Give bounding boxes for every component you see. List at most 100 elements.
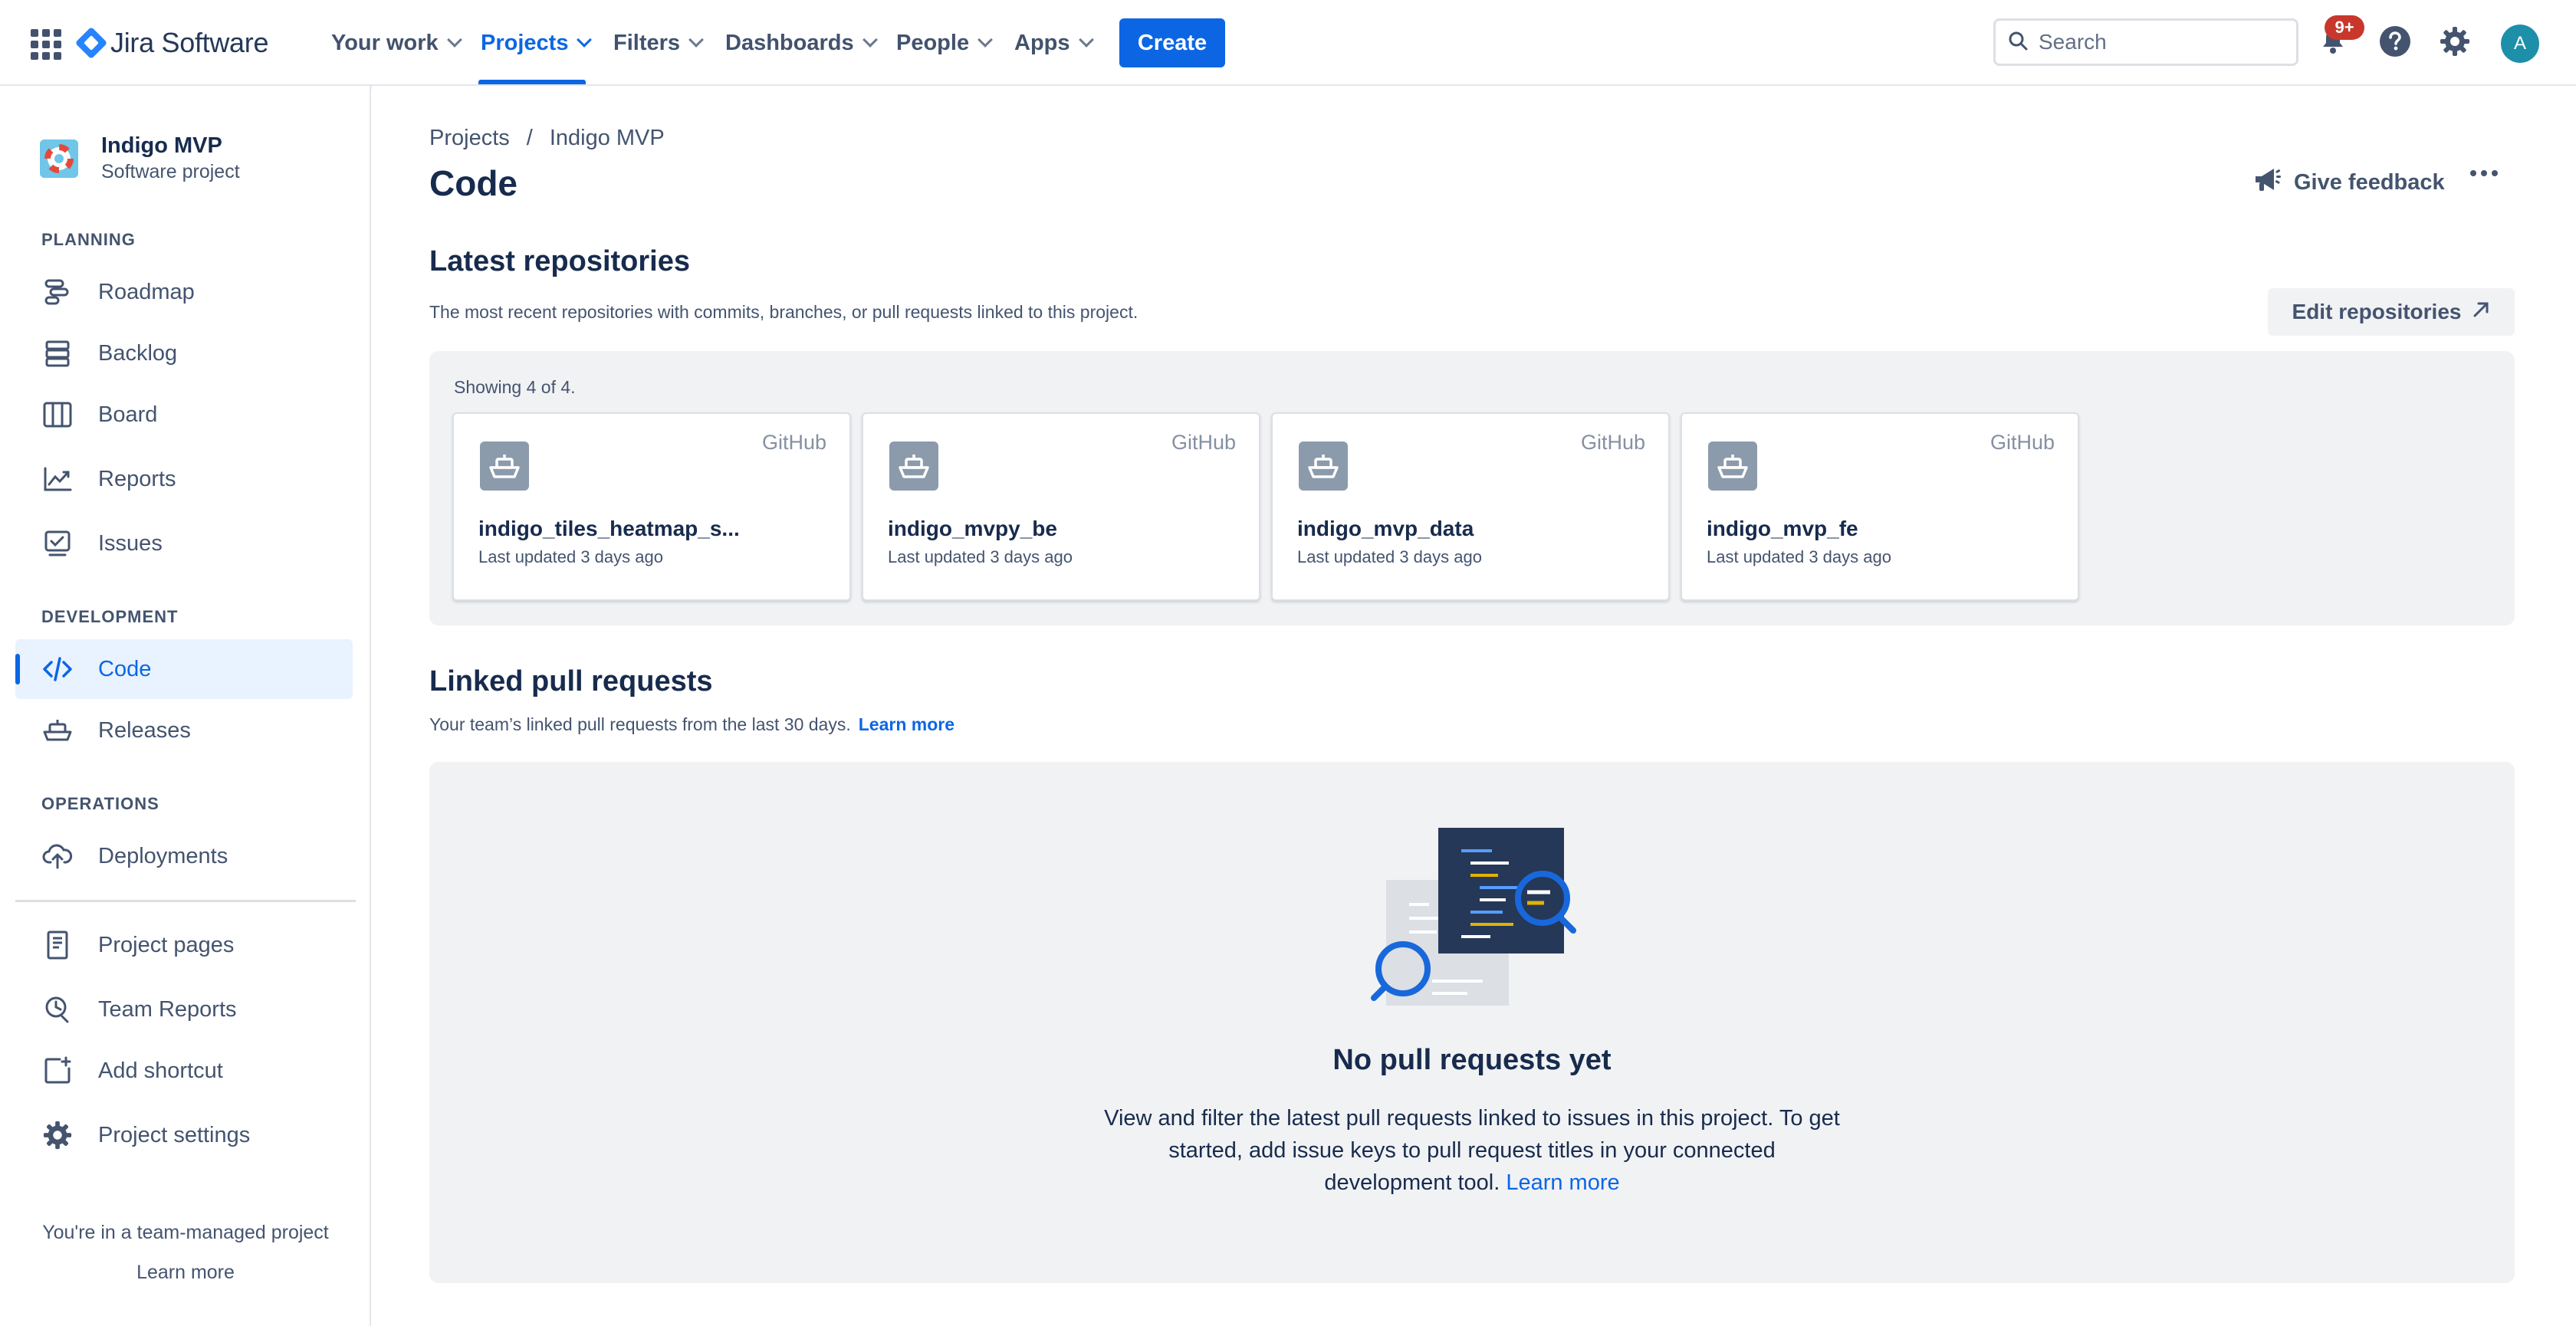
repository-icon	[1299, 441, 1348, 491]
settings-button[interactable]	[2433, 21, 2476, 64]
sidebar-item-label: Reports	[98, 466, 176, 491]
app-switcher-icon[interactable]	[28, 26, 61, 60]
megaphone-icon	[2252, 166, 2283, 199]
repository-icon	[480, 441, 529, 491]
project-name[interactable]: Indigo MVP	[101, 133, 222, 159]
repository-card[interactable]: GitHub indigo_mvp_fe Last updated 3 days…	[1681, 412, 2079, 601]
pull-requests-heading: Linked pull requests	[429, 665, 713, 697]
sidebar-item-label: Releases	[98, 717, 191, 743]
backlog-icon	[41, 337, 74, 369]
repository-name: indigo_mvpy_be	[888, 517, 1057, 540]
active-item-indicator	[15, 654, 20, 684]
repository-provider: GitHub	[761, 431, 826, 454]
pull-requests-description: Your team’s linked pull requests from th…	[429, 714, 955, 735]
issues-icon	[41, 527, 74, 560]
breadcrumb-project[interactable]: Indigo MVP	[550, 126, 665, 151]
search-box[interactable]	[1993, 18, 2298, 66]
chevron-down-icon	[978, 32, 993, 48]
sidebar-item-label: Deployments	[98, 843, 228, 868]
sidebar-item-board[interactable]: Board	[15, 385, 353, 445]
nav-label: Your work	[331, 30, 439, 55]
repository-provider: GitHub	[1580, 431, 1645, 454]
repository-name: indigo_mvp_data	[1297, 517, 1474, 540]
sidebar-item-label: Add shortcut	[98, 1058, 223, 1083]
repository-provider: GitHub	[1171, 431, 1236, 454]
nav-label: People	[896, 30, 970, 55]
breadcrumb: Projects / Indigo MVP	[429, 126, 665, 151]
chevron-down-icon	[1078, 32, 1094, 48]
empty-state-learn-more-link[interactable]: Learn more	[1506, 1170, 1619, 1195]
search-icon	[2008, 31, 2028, 54]
nav-label: Apps	[1014, 30, 1070, 55]
sidebar-item-add-shortcut[interactable]: Add shortcut	[15, 1041, 353, 1101]
sidebar-item-label: Team Reports	[98, 996, 237, 1022]
create-button[interactable]: Create	[1119, 18, 1225, 67]
breadcrumb-projects[interactable]: Projects	[429, 126, 510, 151]
cloud-upload-icon	[41, 840, 74, 872]
team-managed-note: You're in a team-managed project	[42, 1222, 329, 1243]
help-icon	[2379, 25, 2411, 61]
pull-requests-panel: No pull requests yet View and filter the…	[429, 762, 2515, 1283]
board-icon	[41, 399, 74, 431]
nav-apps[interactable]: Apps	[1014, 23, 1094, 63]
sidebar-item-backlog[interactable]: Backlog	[15, 323, 353, 383]
repository-card[interactable]: GitHub indigo_tiles_heatmap_s... Last up…	[452, 412, 851, 601]
roadmap-icon	[41, 276, 74, 308]
pull-requests-learn-more-link[interactable]: Learn more	[859, 714, 955, 734]
page-icon	[41, 929, 74, 961]
nav-people[interactable]: People	[896, 23, 993, 63]
repositories-heading: Latest repositories	[429, 245, 690, 277]
chevron-down-icon	[688, 32, 704, 48]
sidebar-item-label: Project settings	[98, 1122, 251, 1147]
give-feedback-button[interactable]: Give feedback	[2252, 166, 2445, 199]
chevron-down-icon	[446, 32, 462, 48]
sidebar-item-project-pages[interactable]: Project pages	[15, 915, 353, 975]
search-input[interactable]	[2039, 30, 2284, 54]
avatar[interactable]: A	[2501, 25, 2539, 63]
sidebar-item-label: Backlog	[98, 340, 178, 366]
nav-your-work[interactable]: Your work	[331, 23, 462, 63]
repository-icon	[1708, 441, 1757, 491]
external-link-icon	[2472, 300, 2490, 324]
sidebar-item-label: Roadmap	[98, 279, 195, 304]
repository-card[interactable]: GitHub indigo_mvp_data Last updated 3 da…	[1271, 412, 1670, 601]
repository-updated: Last updated 3 days ago	[1707, 547, 1891, 566]
more-actions-icon[interactable]	[2470, 170, 2498, 176]
nav-dashboards[interactable]: Dashboards	[725, 23, 878, 63]
code-icon	[41, 653, 74, 685]
repository-icon	[889, 441, 938, 491]
page-title: Code	[429, 163, 518, 203]
repository-name: indigo_tiles_heatmap_s...	[478, 517, 740, 540]
sidebar-item-label: Project pages	[98, 932, 235, 957]
help-button[interactable]	[2374, 21, 2417, 64]
sidebar-item-team-reports[interactable]: Team Reports	[15, 980, 353, 1039]
repository-updated: Last updated 3 days ago	[478, 547, 663, 566]
edit-repositories-label: Edit repositories	[2292, 300, 2462, 323]
notification-badge: 9+	[2325, 15, 2364, 40]
chevron-down-icon	[577, 32, 593, 48]
pull-requests-description-text: Your team’s linked pull requests from th…	[429, 714, 851, 734]
sidebar-item-code[interactable]: Code	[15, 639, 353, 699]
team-reports-icon	[41, 993, 74, 1026]
edit-repositories-button[interactable]: Edit repositories	[2268, 288, 2515, 336]
sidebar-item-deployments[interactable]: Deployments	[15, 826, 353, 886]
reports-icon	[41, 463, 74, 495]
nav-projects[interactable]: Projects	[481, 23, 593, 63]
nav-filters[interactable]: Filters	[613, 23, 704, 63]
give-feedback-label: Give feedback	[2294, 169, 2445, 195]
nav-label: Dashboards	[725, 30, 854, 55]
learn-more-link[interactable]: Learn more	[0, 1262, 371, 1284]
active-nav-indicator	[478, 80, 586, 84]
nav-label: Filters	[613, 30, 681, 55]
sidebar-item-releases[interactable]: Releases	[15, 701, 353, 760]
empty-state-text: View and filter the latest pull requests…	[1104, 1102, 1840, 1199]
repository-card[interactable]: GitHub indigo_mvpy_be Last updated 3 day…	[862, 412, 1260, 601]
sidebar-item-roadmap[interactable]: Roadmap	[15, 262, 353, 322]
section-planning: PLANNING	[41, 230, 136, 249]
sidebar-item-issues[interactable]: Issues	[15, 514, 353, 573]
project-avatar-icon[interactable]	[40, 139, 78, 178]
sidebar-item-reports[interactable]: Reports	[15, 449, 353, 509]
sidebar-item-project-settings[interactable]: Project settings	[15, 1105, 353, 1165]
jira-logo[interactable]: Jira Software	[74, 23, 268, 63]
repository-name: indigo_mvp_fe	[1707, 517, 1858, 540]
